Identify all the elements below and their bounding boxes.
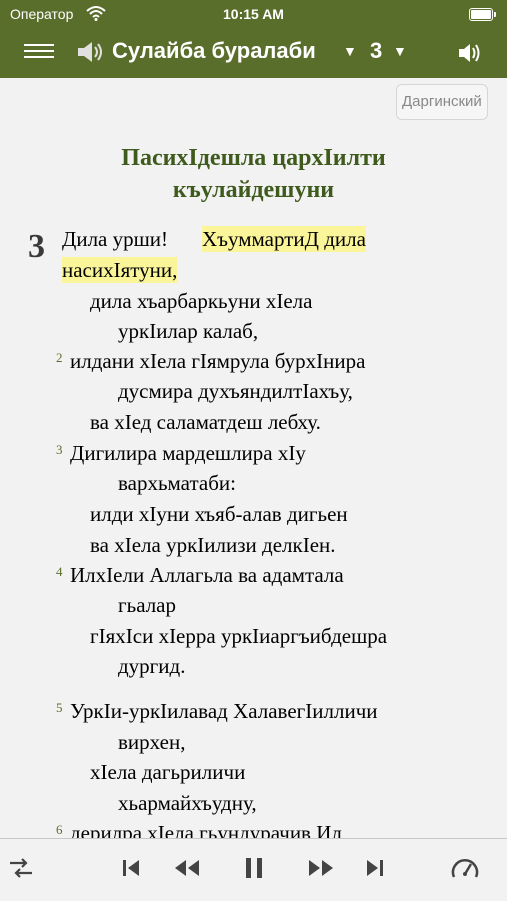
verse-text[interactable]: гIяхIси хIерра уркIиаргъибдешра: [90, 623, 387, 649]
caret-down-icon[interactable]: ▼: [343, 43, 357, 59]
skip-back-icon[interactable]: [120, 855, 142, 881]
heading-line: ПасихIдешла цархIилти: [121, 145, 386, 171]
menu-icon: [24, 44, 54, 46]
verse-text[interactable]: уркIилар калаб,: [118, 318, 258, 344]
status-time: 10:15 AM: [223, 6, 284, 22]
chapter-selector[interactable]: 3: [370, 38, 382, 64]
highlighted-verse-text[interactable]: насихIятуни,: [62, 257, 178, 283]
shuffle-icon[interactable]: [8, 855, 34, 881]
verse-text[interactable]: дургид.: [118, 653, 185, 679]
verse-number: 2: [56, 350, 63, 365]
verse-number: 4: [56, 564, 63, 579]
volume-icon[interactable]: [456, 40, 484, 66]
heading-line: къулайдешуни: [172, 177, 335, 203]
verse-text[interactable]: хIела дагьриличи: [90, 759, 245, 785]
speedometer-icon[interactable]: [450, 855, 480, 883]
verse-text[interactable]: ИлхIели Аллагьла ва адамтала: [70, 562, 344, 588]
skip-forward-icon[interactable]: [364, 855, 386, 881]
caret-down-icon[interactable]: ▼: [393, 43, 407, 59]
verse-text[interactable]: ва хIела уркIилизи делкIен.: [90, 532, 336, 558]
verse-text[interactable]: дусмира духъяндилтIахъу,: [118, 378, 353, 404]
section-heading: ПасихIдешла цархIилти къулайдешуни: [0, 142, 507, 206]
book-selector[interactable]: Сулайба буралаби: [112, 38, 316, 64]
app-header: Оператор 10:15 AM Сулайба буралаби ▼ 3 ▼: [0, 0, 507, 78]
verse-text[interactable]: илдани хIела гIямрула бурхIнира: [70, 348, 365, 374]
verse-text[interactable]: ва хIед саламатдеш лебху.: [90, 409, 321, 435]
verse-text[interactable]: вирхен,: [118, 729, 185, 755]
language-button[interactable]: Даргинский: [396, 84, 488, 120]
verse-text[interactable]: Дигилира мардешлира хIу: [70, 440, 306, 466]
verse-text[interactable]: вархьматаби:: [118, 470, 236, 496]
pause-icon[interactable]: [242, 855, 266, 881]
battery-icon: [469, 8, 496, 21]
verse-text[interactable]: илди хIуни хъяб-алав дигьен: [90, 501, 348, 527]
verse-number: 6: [56, 822, 63, 837]
highlighted-verse-text[interactable]: ХъуммартиД дила: [202, 226, 366, 252]
chapter-number: 3: [28, 228, 45, 265]
verse-text[interactable]: Дила урши!: [62, 226, 168, 252]
verse-text[interactable]: УркIи-уркIилавад ХалавегIилличи: [70, 698, 378, 724]
verse-number: 5: [56, 700, 63, 715]
rewind-icon[interactable]: [172, 855, 202, 881]
verse-text[interactable]: хьармайхъудну,: [118, 790, 257, 816]
verse-text[interactable]: гьалар: [118, 592, 176, 618]
verse-text[interactable]: дила хъарбаркьуни хIела: [90, 288, 312, 314]
audio-player-bar: [0, 838, 507, 901]
verse-number: 3: [56, 442, 63, 457]
speaker-icon: [78, 42, 102, 62]
menu-button[interactable]: [24, 40, 54, 64]
fast-forward-icon[interactable]: [306, 855, 336, 881]
